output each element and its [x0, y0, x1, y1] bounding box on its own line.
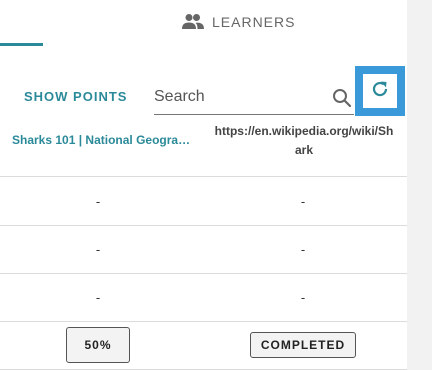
refresh-icon: [370, 79, 390, 104]
cell-value: -: [300, 289, 306, 305]
table-row: - -: [0, 273, 407, 322]
tab-learners[interactable]: LEARNERS: [182, 10, 295, 34]
cell-status: COMPLETED: [244, 321, 362, 369]
cell-value: -: [95, 289, 101, 305]
table-row-summary: 50% COMPLETED: [0, 321, 407, 370]
status-badge[interactable]: COMPLETED: [250, 332, 356, 358]
cell-value: -: [95, 241, 101, 257]
table-header-row: Sharks 101 | National Geograp... https:/…: [0, 122, 407, 177]
progress-badge[interactable]: 50%: [66, 327, 130, 363]
people-icon: [182, 13, 212, 32]
show-points-button[interactable]: SHOW POINTS: [24, 89, 127, 104]
top-tab-bar: LEARNERS: [0, 0, 407, 47]
table-row: - -: [0, 177, 407, 226]
search-icon[interactable]: [332, 88, 352, 113]
cell-value: -: [95, 193, 101, 209]
right-gutter: [407, 0, 432, 370]
cell-value: -: [300, 241, 306, 257]
refresh-highlight: [355, 66, 405, 116]
search-box: [154, 82, 354, 115]
toolbar: SHOW POINTS: [0, 46, 407, 122]
cell-progress: 50%: [40, 321, 156, 369]
column-header-sharks-101[interactable]: Sharks 101 | National Geograp...: [12, 133, 192, 147]
refresh-button[interactable]: [363, 74, 397, 108]
column-header-wikipedia-shark: https://en.wikipedia.org/wiki/Shark: [214, 124, 394, 157]
cell-value: -: [300, 193, 306, 209]
table-row: - -: [0, 225, 407, 274]
search-input[interactable]: [154, 82, 324, 112]
tab-learners-label: LEARNERS: [212, 14, 296, 30]
